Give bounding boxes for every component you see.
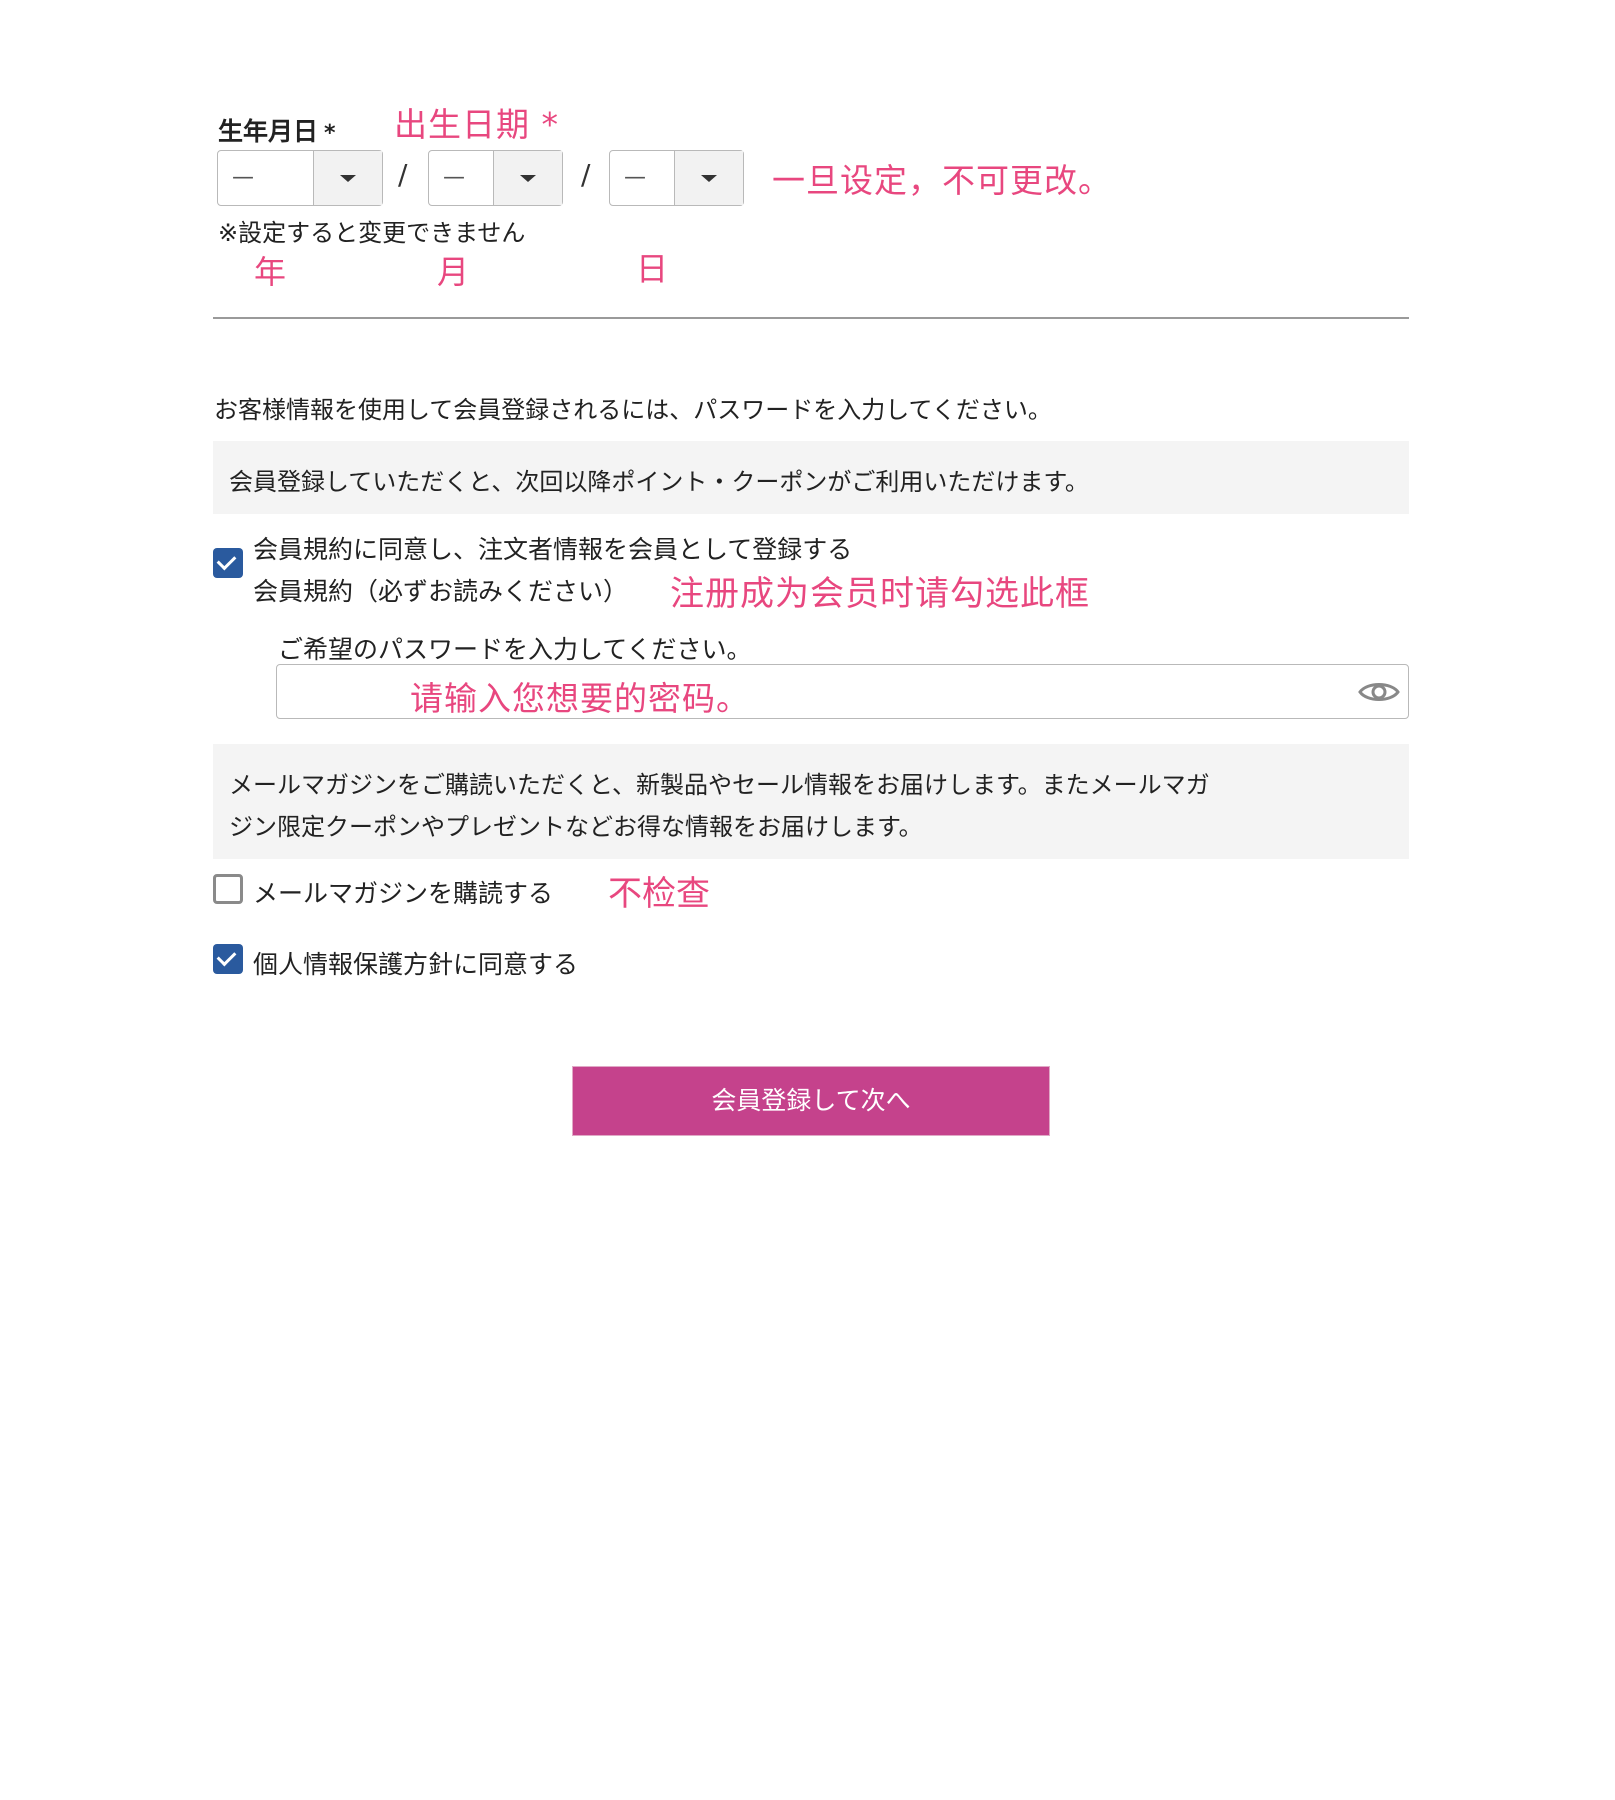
newsletter-info-line1: メールマガジンをご購読いただくと、新製品やセール情報をお届けします。またメールマ…: [229, 771, 1210, 799]
newsletter-info-box: メールマガジンをご購読いただくと、新製品やセール情報をお届けします。またメールマ…: [213, 744, 1409, 859]
date-separator: /: [581, 158, 591, 191]
register-next-button[interactable]: 会員登録して次へ: [572, 1066, 1050, 1136]
month-select[interactable]: —: [428, 150, 563, 206]
birthdate-label: 生年月日 *: [218, 112, 336, 148]
birthdate-label-text: 生年月日: [218, 117, 319, 146]
section-divider: [213, 317, 1409, 319]
eye-icon[interactable]: [1358, 678, 1400, 706]
year-select-value: —: [232, 165, 254, 190]
password-label: ご希望のパスワードを入力してください。: [278, 635, 752, 664]
member-benefit-text: 会員登録していただくと、次回以降ポイント・クーポンがご利用いただけます。: [229, 468, 1089, 496]
year-select[interactable]: —: [217, 150, 383, 206]
chevron-down-icon[interactable]: [674, 151, 743, 205]
required-mark: *: [324, 121, 336, 146]
chevron-down-icon[interactable]: [313, 151, 382, 205]
member-benefit-box: 会員登録していただくと、次回以降ポイント・クーポンがご利用いただけます。: [213, 441, 1409, 514]
terms-link[interactable]: 会員規約（必ずお読みください）: [253, 572, 628, 608]
date-separator: /: [398, 158, 408, 191]
chevron-down-icon[interactable]: [493, 151, 562, 205]
day-select-value: —: [624, 165, 646, 190]
privacy-checkbox-label[interactable]: 個人情報保護方針に同意する: [253, 945, 578, 981]
terms-checkbox[interactable]: [213, 548, 243, 578]
annotation-day: 日: [636, 250, 669, 288]
birthdate-note: ※設定すると変更できません: [218, 219, 526, 247]
newsletter-checkbox[interactable]: [213, 874, 243, 904]
annotation-no-change: 一旦设定，不可更改。: [772, 161, 1112, 200]
annotation-no-check: 不检查: [608, 874, 710, 914]
newsletter-info-line2: ジン限定クーポンやプレゼントなどお得な情報をお届けします。: [229, 813, 923, 841]
privacy-checkbox[interactable]: [213, 944, 243, 974]
annotation-month: 月: [437, 253, 470, 291]
day-select[interactable]: —: [609, 150, 744, 206]
annotation-check-member: 注册成为会员时请勾选此框: [670, 574, 1090, 614]
annotation-birthdate: 出生日期 *: [394, 105, 559, 144]
registration-intro: お客様情報を使用して会員登録されるには、パスワードを入力してください。: [214, 396, 1052, 424]
annotation-password: 请输入您想要的密码。: [410, 679, 750, 718]
annotation-year: 年: [254, 253, 287, 291]
newsletter-checkbox-label[interactable]: メールマガジンを購読する: [253, 874, 553, 910]
terms-checkbox-label[interactable]: 会員規約に同意し、注文者情報を会員として登録する: [253, 530, 852, 566]
month-select-value: —: [443, 165, 465, 190]
